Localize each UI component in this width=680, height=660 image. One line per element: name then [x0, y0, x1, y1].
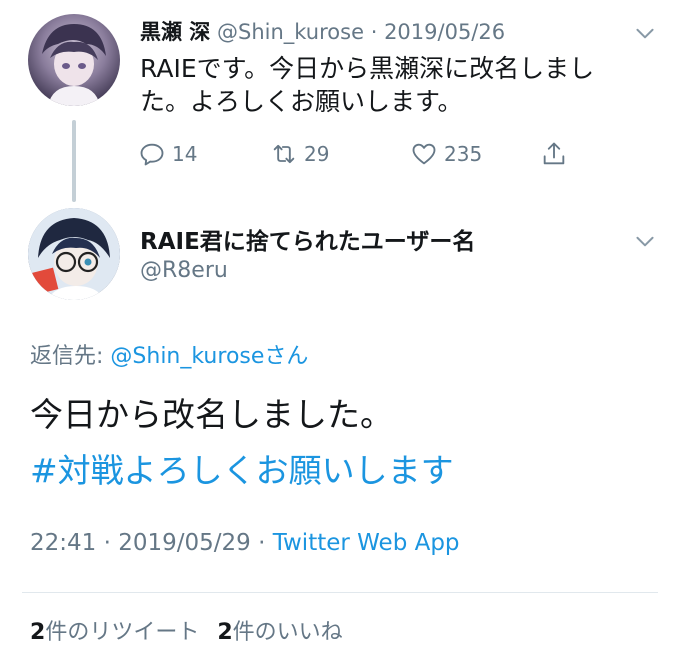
- retweet-stat-count: 2: [30, 620, 46, 645]
- tweet-timestamp: 22:41 · 2019/05/29 · Twitter Web App: [30, 530, 460, 556]
- reply-icon: [140, 143, 164, 166]
- reply-tweet-text: 今日から改名しました。: [30, 395, 393, 434]
- retweet-stat-label: 件のリツイート: [45, 620, 200, 645]
- replying-to: 返信先: @Shin_kuroseさん: [30, 338, 308, 370]
- parent-tweet-text: RAIEです。今日から黒瀬深に改名しました。よろしくお願いします。: [140, 54, 595, 116]
- retweet-button[interactable]: 29: [270, 140, 329, 168]
- like-stat-label: 件のいいね: [232, 620, 343, 645]
- source-link[interactable]: Twitter Web App: [273, 530, 460, 556]
- author-handle[interactable]: @Shin_kurose: [217, 20, 364, 44]
- avatar-image: [42, 24, 106, 106]
- like-count: 235: [444, 142, 483, 166]
- parent-tweet-header: 黒瀬 深 @Shin_kurose · 2019/05/26: [140, 16, 505, 46]
- thread-connector-line: [72, 120, 76, 202]
- reply-count: 14: [172, 142, 198, 166]
- author-name[interactable]: 黒瀬 深: [140, 20, 210, 44]
- retweets-stat[interactable]: 2件のリツイート: [30, 620, 199, 645]
- meta-separator: ·: [258, 530, 266, 556]
- meta-separator: ·: [370, 20, 378, 44]
- avatar[interactable]: [28, 208, 120, 300]
- likes-stat[interactable]: 2件のいいね: [217, 620, 342, 645]
- heart-icon: [412, 143, 436, 165]
- reply-button[interactable]: 14: [138, 140, 197, 168]
- divider: [22, 592, 658, 593]
- mention-link[interactable]: @Shin_kurose: [110, 344, 264, 369]
- tweet-thread: 黒瀬 深 @Shin_kurose · 2019/05/26 RAIEです。今日…: [0, 0, 680, 660]
- chevron-down-icon[interactable]: [632, 20, 658, 46]
- chevron-down-icon[interactable]: [632, 228, 658, 254]
- like-stat-count: 2: [217, 620, 233, 645]
- hashtag-link[interactable]: #対戦よろしくお願いします: [30, 444, 454, 492]
- retweet-count: 29: [304, 142, 330, 166]
- avatar[interactable]: [28, 14, 120, 106]
- avatar-image: [28, 208, 120, 300]
- share-icon: [543, 142, 565, 165]
- share-button[interactable]: [540, 140, 568, 168]
- author-handle[interactable]: @R8eru: [140, 258, 228, 283]
- retweet-icon: [273, 144, 295, 164]
- author-name[interactable]: RAIE君に捨てられたユーザー名: [140, 222, 475, 256]
- tweet-date[interactable]: 2019/05/26: [384, 20, 505, 44]
- tweet-time[interactable]: 22:41: [30, 530, 96, 556]
- reply-to-prefix: 返信先:: [30, 344, 111, 369]
- tweet-date[interactable]: 2019/05/29: [118, 530, 251, 556]
- like-button[interactable]: 235: [410, 140, 482, 168]
- tweet-stats: 2件のリツイート 2件のいいね: [30, 614, 343, 646]
- reply-to-suffix: さん: [264, 344, 309, 369]
- meta-separator: ·: [103, 530, 111, 556]
